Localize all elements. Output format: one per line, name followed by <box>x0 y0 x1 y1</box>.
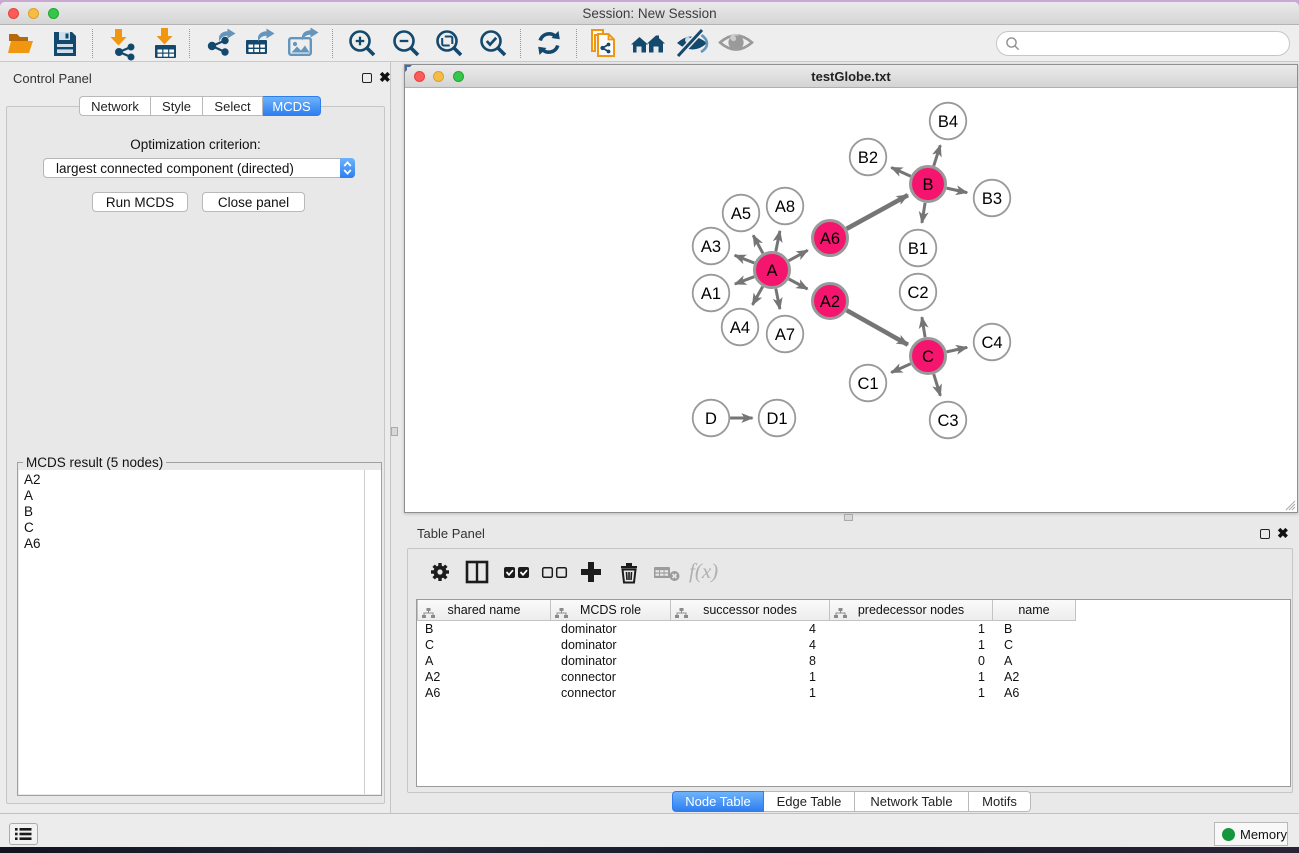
svg-text:A1: A1 <box>701 285 721 303</box>
svg-text:C: C <box>922 348 934 366</box>
svg-text:C2: C2 <box>907 284 928 302</box>
svg-text:A: A <box>766 262 777 280</box>
svg-text:A4: A4 <box>730 319 750 337</box>
svg-text:C3: C3 <box>937 412 958 430</box>
svg-text:A3: A3 <box>701 238 721 256</box>
svg-text:D: D <box>705 410 717 428</box>
svg-text:C1: C1 <box>857 375 878 393</box>
svg-text:A2: A2 <box>820 293 840 311</box>
svg-text:B4: B4 <box>938 113 958 131</box>
svg-text:B: B <box>922 176 933 194</box>
svg-text:A7: A7 <box>775 326 795 344</box>
svg-text:A8: A8 <box>775 198 795 216</box>
svg-text:A5: A5 <box>731 205 751 223</box>
svg-text:A6: A6 <box>820 230 840 248</box>
svg-text:D1: D1 <box>766 410 787 428</box>
svg-text:C4: C4 <box>981 334 1002 352</box>
svg-text:B2: B2 <box>858 149 878 167</box>
svg-text:B1: B1 <box>908 240 928 258</box>
svg-text:B3: B3 <box>982 190 1002 208</box>
